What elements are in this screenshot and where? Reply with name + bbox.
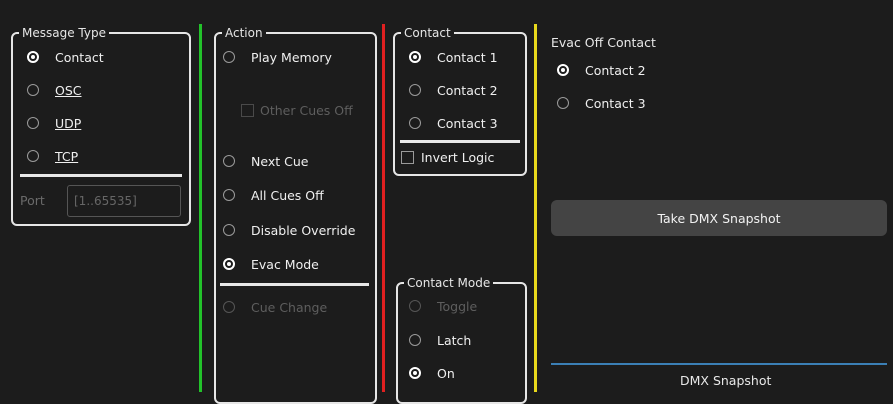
evac-contact-2-label: Contact 2 — [585, 62, 646, 78]
radio-indicator — [27, 117, 39, 129]
radio-all-cues-off[interactable]: All Cues Off — [223, 185, 324, 205]
radio-indicator — [409, 117, 421, 129]
radio-contact-label: Contact — [55, 49, 104, 65]
contact-2-label: Contact 2 — [437, 82, 498, 98]
dmx-snapshot-line — [551, 363, 887, 365]
radio-contact[interactable]: Contact — [27, 47, 104, 67]
invert-logic-label: Invert Logic — [421, 150, 495, 165]
divider-green — [199, 24, 202, 392]
radio-osc-label: OSC — [55, 82, 82, 98]
all-cues-off-label: All Cues Off — [251, 187, 324, 203]
action-separator — [220, 283, 369, 286]
invert-logic-checkbox[interactable]: Invert Logic — [401, 150, 494, 165]
evac-contact-3-label: Contact 3 — [585, 95, 646, 111]
action-legend: Action — [222, 25, 266, 41]
radio-play-memory[interactable]: Play Memory — [223, 47, 332, 67]
radio-indicator — [409, 367, 421, 379]
dmx-snapshot-label: DMX Snapshot — [680, 373, 772, 388]
radio-tcp[interactable]: TCP — [27, 146, 78, 166]
take-dmx-snapshot-button[interactable]: Take DMX Snapshot — [551, 200, 887, 236]
port-input[interactable]: [1..65535] — [67, 185, 181, 217]
divider-red — [382, 24, 385, 392]
latch-label: Latch — [437, 332, 472, 348]
checkbox-box — [401, 151, 414, 164]
play-memory-label: Play Memory — [251, 49, 332, 65]
toggle-label: Toggle — [437, 298, 478, 314]
checkbox-box — [241, 104, 254, 117]
divider-yellow — [534, 24, 537, 392]
radio-contact-1[interactable]: Contact 1 — [409, 47, 498, 67]
radio-osc[interactable]: OSC — [27, 80, 82, 100]
radio-indicator — [27, 51, 39, 63]
on-label: On — [437, 365, 455, 381]
radio-disable-override[interactable]: Disable Override — [223, 220, 355, 240]
port-label: Port — [20, 193, 45, 208]
action-group: Action — [214, 25, 377, 404]
radio-indicator — [557, 64, 569, 76]
contact-separator — [400, 140, 520, 143]
radio-indicator — [557, 97, 569, 109]
radio-udp-label: UDP — [55, 115, 82, 131]
evac-mode-label: Evac Mode — [251, 256, 319, 272]
radio-evac-contact-2[interactable]: Contact 2 — [557, 60, 646, 80]
radio-indicator — [27, 150, 39, 162]
other-cues-off-label: Other Cues Off — [260, 103, 353, 118]
radio-indicator — [223, 258, 235, 270]
radio-on[interactable]: On — [409, 363, 455, 383]
radio-cue-change[interactable]: Cue Change — [223, 297, 327, 317]
radio-indicator — [409, 334, 421, 346]
message-type-separator — [20, 174, 182, 177]
message-type-legend: Message Type — [19, 25, 109, 41]
other-cues-off-checkbox[interactable]: Other Cues Off — [241, 103, 353, 118]
contact-legend: Contact — [401, 25, 454, 41]
radio-evac-contact-3[interactable]: Contact 3 — [557, 93, 646, 113]
radio-indicator — [223, 155, 235, 167]
radio-tcp-label: TCP — [55, 148, 79, 164]
radio-toggle[interactable]: Toggle — [409, 296, 477, 316]
radio-contact-3[interactable]: Contact 3 — [409, 113, 498, 133]
contact-mode-legend: Contact Mode — [404, 275, 494, 291]
radio-indicator — [223, 51, 235, 63]
radio-indicator — [409, 84, 421, 96]
radio-indicator — [27, 84, 39, 96]
evac-off-contact-title: Evac Off Contact — [551, 35, 656, 50]
contact-3-label: Contact 3 — [437, 115, 498, 131]
radio-latch[interactable]: Latch — [409, 330, 471, 350]
radio-indicator — [223, 189, 235, 201]
disable-override-label: Disable Override — [251, 222, 356, 238]
radio-udp[interactable]: UDP — [27, 113, 81, 133]
radio-indicator — [409, 300, 421, 312]
contact-1-label: Contact 1 — [437, 49, 498, 65]
radio-indicator — [409, 51, 421, 63]
cue-change-label: Cue Change — [251, 299, 328, 315]
radio-evac-mode[interactable]: Evac Mode — [223, 254, 319, 274]
radio-next-cue[interactable]: Next Cue — [223, 151, 308, 171]
next-cue-label: Next Cue — [251, 153, 309, 169]
radio-contact-2[interactable]: Contact 2 — [409, 80, 498, 100]
radio-indicator — [223, 301, 235, 313]
radio-indicator — [223, 224, 235, 236]
